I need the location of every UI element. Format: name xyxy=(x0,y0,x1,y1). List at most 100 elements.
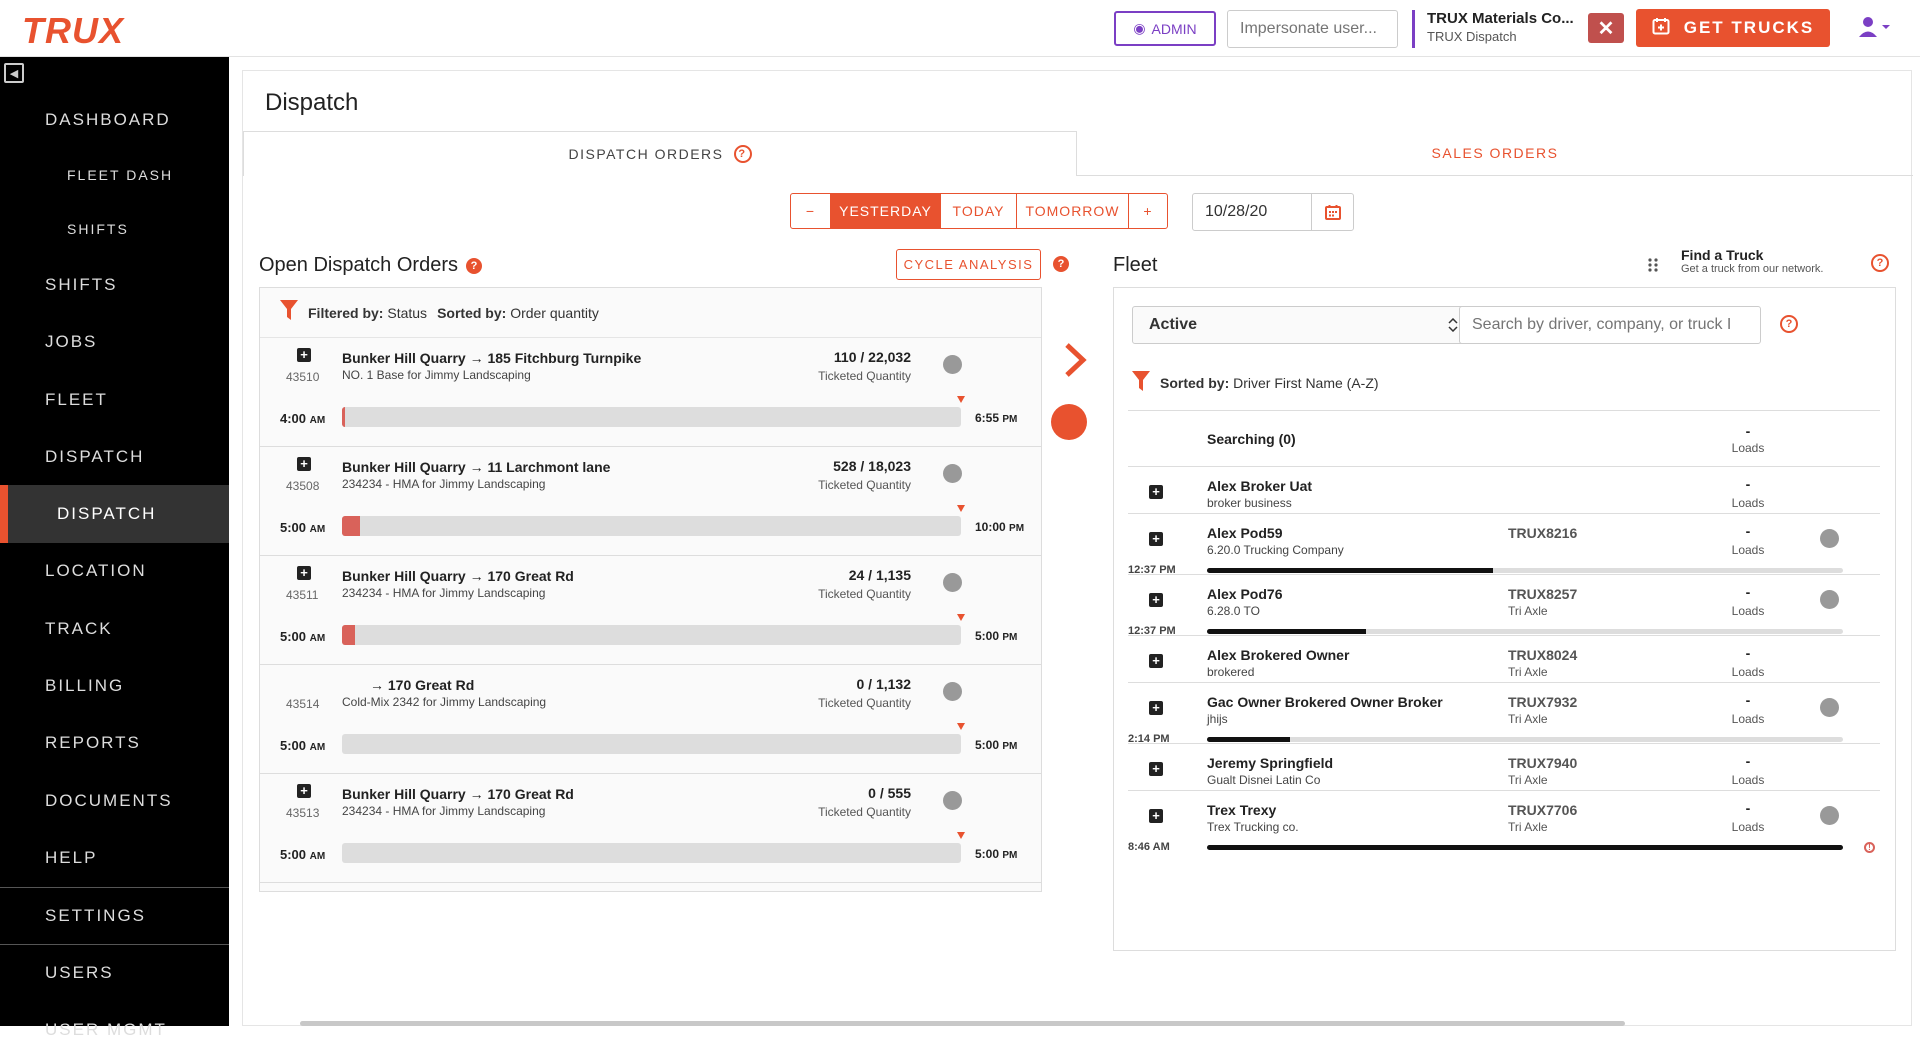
expand-plus-icon[interactable]: + xyxy=(297,784,311,798)
status-indicator[interactable] xyxy=(1820,698,1839,717)
trux-logo[interactable]: TRUX xyxy=(22,10,124,52)
driver-loads-label: Loads xyxy=(1731,604,1765,618)
dispatch-order-row[interactable]: +43513 Bunker Hill Quarry → 170 Great Rd 2… xyxy=(260,774,1041,883)
chevron-right-icon[interactable] xyxy=(1063,341,1089,389)
fleet-search-input[interactable] xyxy=(1459,306,1761,344)
previous-day-button[interactable]: − xyxy=(791,194,831,228)
scrollbar-horizontal[interactable] xyxy=(300,1021,1625,1026)
sidebar-item-dispatch-active[interactable]: DISPATCH xyxy=(0,485,229,543)
status-indicator[interactable] xyxy=(1820,529,1839,548)
expand-plus-icon[interactable]: + xyxy=(1149,654,1163,668)
order-route[interactable]: → 170 Great Rd xyxy=(342,677,474,693)
filter-icon[interactable] xyxy=(1132,371,1150,394)
sidebar-item-user-mgmt[interactable]: USER MGMT xyxy=(0,1001,229,1058)
company-switcher[interactable]: TRUX Materials Co... TRUX Dispatch xyxy=(1412,10,1577,48)
sidebar-item-settings[interactable]: SETTINGS xyxy=(0,886,229,944)
order-route[interactable]: Bunker Hill Quarry → 11 Larchmont lane xyxy=(342,459,610,475)
sidebar-item-dashboard[interactable]: DASHBOARD xyxy=(0,91,229,148)
arrow-right-icon: → xyxy=(469,786,484,802)
order-progress-bar xyxy=(342,734,961,754)
eye-icon: ◉ xyxy=(1133,20,1146,36)
top-bar: TRUX ◉ ADMIN TRUX Materials Co... TRUX D… xyxy=(0,0,1920,57)
expand-plus-icon[interactable]: + xyxy=(297,457,311,471)
cycle-analysis-button[interactable]: CYCLE ANALYSIS xyxy=(896,249,1041,280)
sidebar-item-users[interactable]: USERS xyxy=(0,943,229,1001)
fleet-driver-row[interactable]: + Alex Brokered Owner brokered TRUX8024 Tri … xyxy=(1128,635,1880,682)
status-indicator[interactable] xyxy=(943,573,962,592)
date-input[interactable]: 10/28/20 xyxy=(1193,194,1311,230)
help-icon[interactable]: ? xyxy=(733,145,752,163)
fleet-driver-row[interactable]: + Trex Trexy Trex Trucking co. TRUX7706 Tri … xyxy=(1128,790,1880,853)
user-menu-icon[interactable] xyxy=(1858,15,1892,45)
status-indicator[interactable] xyxy=(943,791,962,810)
sidebar-item-billing[interactable]: BILLING xyxy=(0,657,229,714)
expand-plus-icon[interactable]: + xyxy=(1149,809,1163,823)
truck-number: TRUX8216 xyxy=(1508,525,1578,541)
dispatch-order-row[interactable]: +43511 Bunker Hill Quarry → 170 Great Rd 2… xyxy=(260,556,1041,665)
status-indicator[interactable] xyxy=(943,464,962,483)
drag-handle-icon[interactable] xyxy=(1647,257,1659,276)
sidebar-item-track[interactable]: TRACK xyxy=(0,600,229,657)
status-indicator[interactable] xyxy=(943,355,962,374)
dispatch-order-row[interactable]: +43510 Bunker Hill Quarry → 185 Fitchburg… xyxy=(260,338,1041,447)
date-picker[interactable]: 10/28/20 xyxy=(1192,193,1354,231)
sidebar-item-fleet[interactable]: FLEET xyxy=(0,371,229,428)
tomorrow-button[interactable]: TOMORROW xyxy=(1017,194,1129,228)
orders-filter-bar[interactable]: Filtered by: Status Sorted by: Order qua… xyxy=(260,288,1041,338)
next-day-button[interactable]: + xyxy=(1129,194,1167,228)
dispatch-order-row[interactable]: 43514 → 170 Great Rd Cold-Mix 2342 for Ji… xyxy=(260,665,1041,774)
sidebar-item-reports[interactable]: REPORTS xyxy=(0,715,229,772)
fleet-driver-row[interactable]: + Alex Pod76 6.28.0 TO TRUX8257 Tri Axle - Loa… xyxy=(1128,574,1880,637)
sidebar-item-location[interactable]: LOCATION xyxy=(0,543,229,600)
calendar-icon[interactable] xyxy=(1311,194,1353,230)
order-id: 43514 xyxy=(286,697,320,711)
expand-plus-icon[interactable]: + xyxy=(297,348,311,362)
collapse-sidebar-icon[interactable]: ◀ xyxy=(4,63,24,83)
driver-name: Alex Pod76 xyxy=(1207,586,1283,602)
order-route[interactable]: Bunker Hill Quarry → 170 Great Rd xyxy=(342,786,574,802)
sidebar-item-shifts-sub[interactable]: SHIFTS xyxy=(0,202,229,256)
close-company-button[interactable]: ✕ xyxy=(1588,13,1624,43)
fleet-driver-row[interactable]: + Alex Broker Uat broker business - Loads xyxy=(1128,466,1880,513)
expand-plus-icon[interactable]: + xyxy=(1149,762,1163,776)
filter-icon[interactable] xyxy=(280,299,298,326)
fleet-driver-row[interactable]: + Alex Pod59 6.20.0 Trucking Company TRUX82… xyxy=(1128,513,1880,576)
yesterday-button[interactable]: YESTERDAY xyxy=(831,194,941,228)
help-icon[interactable]: ? xyxy=(1871,254,1889,272)
help-icon[interactable]: ? xyxy=(1053,256,1069,272)
fleet-driver-row[interactable]: + Gac Owner Brokered Owner Broker jhijs TRU… xyxy=(1128,682,1880,745)
status-indicator[interactable] xyxy=(943,682,962,701)
sidebar-item-fleet-dash[interactable]: FLEET DASH xyxy=(0,148,229,202)
find-a-truck-link[interactable]: Find a Truck Get a truck from our networ… xyxy=(1681,247,1823,275)
get-trucks-button[interactable]: GET TRUCKS xyxy=(1636,9,1830,47)
sidebar-item-help[interactable]: HELP xyxy=(0,829,229,886)
expand-plus-icon[interactable]: + xyxy=(1149,532,1163,546)
fleet-driver-row[interactable]: + Jeremy Springfield Gualt Disnei Latin Co… xyxy=(1128,743,1880,790)
status-indicator[interactable] xyxy=(1820,590,1839,609)
today-button[interactable]: TODAY xyxy=(941,194,1017,228)
help-icon[interactable]: ? xyxy=(1780,315,1798,333)
order-route[interactable]: Bunker Hill Quarry → 170 Great Rd xyxy=(342,568,574,584)
alert-icon[interactable]: ! xyxy=(1864,842,1875,853)
sidebar-item-documents[interactable]: DOCUMENTS xyxy=(0,772,229,829)
expand-plus-icon[interactable]: + xyxy=(1149,485,1163,499)
dispatch-order-row[interactable]: +43508 Bunker Hill Quarry → 11 Larchmont … xyxy=(260,447,1041,556)
admin-button[interactable]: ◉ ADMIN xyxy=(1114,11,1216,46)
fleet-sort-bar[interactable]: Sorted by: Driver First Name (A-Z) xyxy=(1132,371,1379,394)
sidebar-item-dispatch[interactable]: DISPATCH xyxy=(0,428,229,485)
tab-dispatch-orders[interactable]: DISPATCH ORDERS ? xyxy=(243,131,1077,176)
tab-sales-orders[interactable]: SALES ORDERS xyxy=(1077,131,1913,176)
status-indicator[interactable] xyxy=(1820,806,1839,825)
order-end-time: 5:00 PM xyxy=(975,738,1017,752)
fleet-status-select[interactable]: Active xyxy=(1132,306,1465,344)
order-quantity-label: Ticketed Quantity xyxy=(818,478,911,492)
impersonate-input[interactable] xyxy=(1227,10,1398,48)
order-route[interactable]: Bunker Hill Quarry → 185 Fitchburg Turnp… xyxy=(342,350,641,366)
help-icon[interactable]: ? xyxy=(465,257,482,274)
sidebar-item-jobs[interactable]: JOBS xyxy=(0,314,229,371)
expand-plus-icon[interactable]: + xyxy=(297,566,311,580)
sidebar-item-shifts[interactable]: SHIFTS xyxy=(0,256,229,313)
tab-bar: DISPATCH ORDERS ? SALES ORDERS xyxy=(243,131,1913,176)
expand-plus-icon[interactable]: + xyxy=(1149,593,1163,607)
expand-plus-icon[interactable]: + xyxy=(1149,701,1163,715)
